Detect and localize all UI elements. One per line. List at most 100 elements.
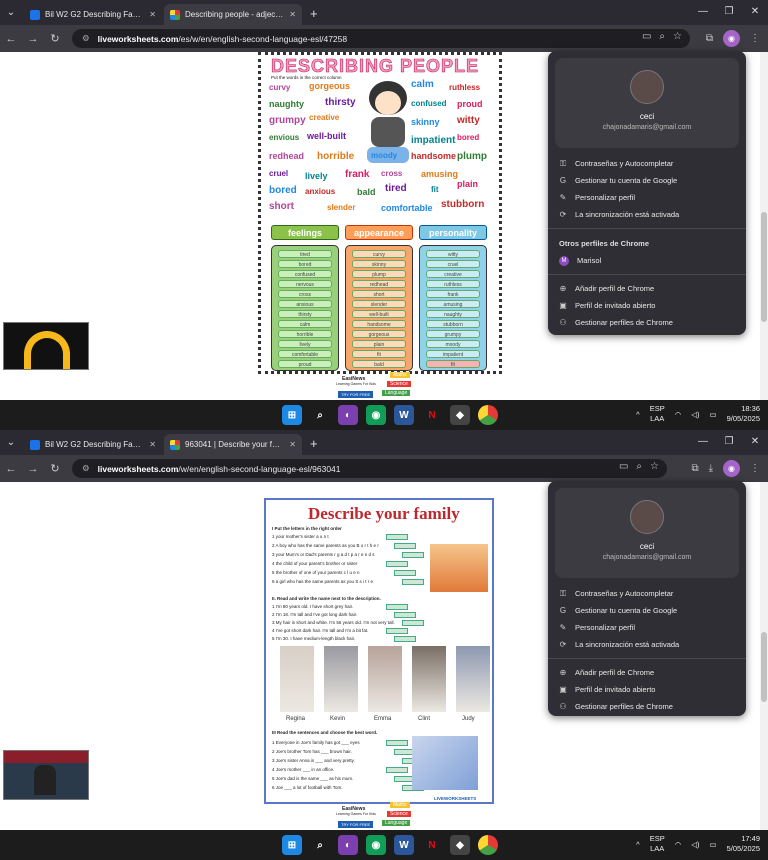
- tab-search-button[interactable]: ⌄: [0, 0, 22, 25]
- address-bar[interactable]: ⚙ liveworksheets.com/es/w/en/english-sec…: [72, 29, 690, 48]
- word-bank-item[interactable]: naughty: [269, 99, 304, 109]
- netflix-icon[interactable]: N: [422, 405, 442, 425]
- word-bank-item[interactable]: anxious: [305, 187, 335, 196]
- answer-slot[interactable]: ruthless: [426, 280, 480, 288]
- wifi-icon[interactable]: ◠: [675, 410, 682, 419]
- chrome-icon[interactable]: [478, 835, 498, 855]
- menu-guest-profile[interactable]: ▣ Perfil de invitado abierto: [548, 297, 746, 314]
- back-icon[interactable]: ←: [0, 33, 22, 45]
- edge-icon[interactable]: ◉: [366, 405, 386, 425]
- answer-slot[interactable]: cross: [278, 290, 332, 298]
- reload-icon[interactable]: ↻: [44, 462, 66, 475]
- menu-profile-marisol[interactable]: M Marisol: [548, 252, 746, 269]
- word-icon[interactable]: W: [394, 405, 414, 425]
- word-bank-item[interactable]: impatient: [411, 135, 455, 146]
- profile-avatar-button[interactable]: ◉: [723, 30, 740, 47]
- tab-describing-people[interactable]: Describing people - adjectives ✕: [164, 4, 302, 25]
- profile-avatar-button[interactable]: ◉: [723, 460, 740, 477]
- word-bank-item[interactable]: confused: [411, 99, 447, 108]
- cast-icon[interactable]: ▭: [642, 31, 651, 42]
- word-bank-item[interactable]: short: [269, 201, 294, 212]
- answer-slot[interactable]: curvy: [352, 250, 406, 258]
- menu-sync[interactable]: ⟳ La sincronización está activada: [548, 636, 746, 653]
- word-icon[interactable]: W: [394, 835, 414, 855]
- answer-input[interactable]: [402, 579, 424, 585]
- word-bank-item[interactable]: gorgeous: [309, 81, 350, 91]
- tab-describe-family[interactable]: 963041 | Describe your family | ✕: [164, 434, 302, 455]
- close-icon[interactable]: ✕: [149, 440, 156, 449]
- menu-google-account[interactable]: G Gestionar tu cuenta de Google: [548, 172, 746, 189]
- back-icon[interactable]: ←: [0, 463, 22, 475]
- word-bank-item[interactable]: redhead: [269, 151, 304, 161]
- profile-card[interactable]: ceci chajonadamaris@gmail.com: [555, 58, 739, 148]
- answer-input[interactable]: [386, 534, 408, 540]
- tab-classroom[interactable]: Bil W2 G2 Describing Family Me ✕: [24, 4, 162, 25]
- answer-slot[interactable]: thirsty: [278, 310, 332, 318]
- tab-classroom[interactable]: Bil W2 G2 Describing Family Me ✕: [24, 434, 162, 455]
- answer-slot[interactable]: cruel: [426, 260, 480, 268]
- menu-add-profile[interactable]: ⊕ Añadir perfil de Chrome: [548, 664, 746, 681]
- restore-icon[interactable]: ❐: [716, 0, 742, 22]
- menu-google-account[interactable]: G Gestionar tu cuenta de Google: [548, 602, 746, 619]
- answer-slot[interactable]: stubborn: [426, 320, 480, 328]
- word-bank-item[interactable]: plain: [457, 179, 478, 189]
- answer-slot[interactable]: horrible: [278, 330, 332, 338]
- answer-slot[interactable]: handsome: [352, 320, 406, 328]
- video-thumbnail-news[interactable]: [3, 750, 89, 800]
- answer-input[interactable]: [386, 740, 408, 746]
- app-icon[interactable]: ◆: [450, 405, 470, 425]
- word-bank-item[interactable]: plump: [457, 151, 487, 162]
- word-bank-item[interactable]: ruthless: [449, 83, 480, 92]
- word-bank-item[interactable]: grumpy: [269, 115, 306, 126]
- answer-slot[interactable]: proud: [278, 360, 332, 368]
- site-info-icon[interactable]: ⚙: [82, 33, 90, 44]
- answer-slot[interactable]: grumpy: [426, 330, 480, 338]
- netflix-icon[interactable]: N: [422, 835, 442, 855]
- word-bank-item[interactable]: well-built: [307, 131, 346, 141]
- word-bank-item[interactable]: lively: [305, 171, 328, 181]
- menu-manage-profiles[interactable]: ⚇ Gestionar perfiles de Chrome: [548, 314, 746, 331]
- answer-slot[interactable]: lively: [278, 340, 332, 348]
- answer-slot[interactable]: bald: [352, 360, 406, 368]
- menu-customize-profile[interactable]: ✎ Personalizar perfil: [548, 619, 746, 636]
- word-bank-item[interactable]: horrible: [317, 151, 354, 162]
- wifi-icon[interactable]: ◠: [675, 840, 682, 849]
- answer-input[interactable]: [394, 570, 416, 576]
- answer-slot[interactable]: creative: [426, 270, 480, 278]
- address-bar[interactable]: ⚙ liveworksheets.com/w/en/english-second…: [72, 459, 667, 478]
- search-icon[interactable]: ⌕: [310, 405, 330, 425]
- forward-icon[interactable]: →: [22, 463, 44, 475]
- word-bank-item[interactable]: cross: [381, 169, 402, 178]
- answer-input[interactable]: [402, 552, 424, 558]
- answer-slot[interactable]: fit: [352, 350, 406, 358]
- word-bank-item[interactable]: tired: [385, 183, 407, 194]
- answer-slot[interactable]: bored: [278, 260, 332, 268]
- word-bank-item[interactable]: slender: [327, 203, 355, 212]
- clock[interactable]: 18:36 9/05/2025: [727, 404, 760, 424]
- extensions-icon[interactable]: ⧉: [691, 463, 698, 474]
- menu-passwords[interactable]: ⚿ Contraseñas y Autocompletar: [548, 155, 746, 172]
- answer-slot[interactable]: skinny: [352, 260, 406, 268]
- answer-input[interactable]: [394, 612, 416, 618]
- edge-icon[interactable]: ◉: [366, 835, 386, 855]
- extensions-icon[interactable]: ⧉: [706, 33, 713, 44]
- answer-input[interactable]: [394, 543, 416, 549]
- answer-slot[interactable]: slender: [352, 300, 406, 308]
- forward-icon[interactable]: →: [22, 33, 44, 45]
- word-bank-item[interactable]: bald: [357, 187, 376, 197]
- chrome-icon[interactable]: [478, 405, 498, 425]
- word-bank-item[interactable]: moody: [371, 151, 397, 160]
- more-menu-icon[interactable]: ⋮: [750, 33, 760, 44]
- word-bank-item[interactable]: creative: [309, 113, 339, 122]
- volume-icon[interactable]: ◁): [691, 840, 699, 849]
- word-bank-item[interactable]: proud: [457, 99, 483, 109]
- answer-slot[interactable]: nervous: [278, 280, 332, 288]
- answer-slot[interactable]: moody: [426, 340, 480, 348]
- clock[interactable]: 17:49 5/05/2025: [727, 834, 760, 854]
- menu-add-profile[interactable]: ⊕ Añadir perfil de Chrome: [548, 280, 746, 297]
- word-bank-item[interactable]: frank: [345, 169, 369, 180]
- word-bank-item[interactable]: cruel: [269, 169, 288, 178]
- answer-slot[interactable]: redhead: [352, 280, 406, 288]
- answer-slot[interactable]: witty: [426, 250, 480, 258]
- language-indicator[interactable]: ESP LAA: [650, 834, 665, 854]
